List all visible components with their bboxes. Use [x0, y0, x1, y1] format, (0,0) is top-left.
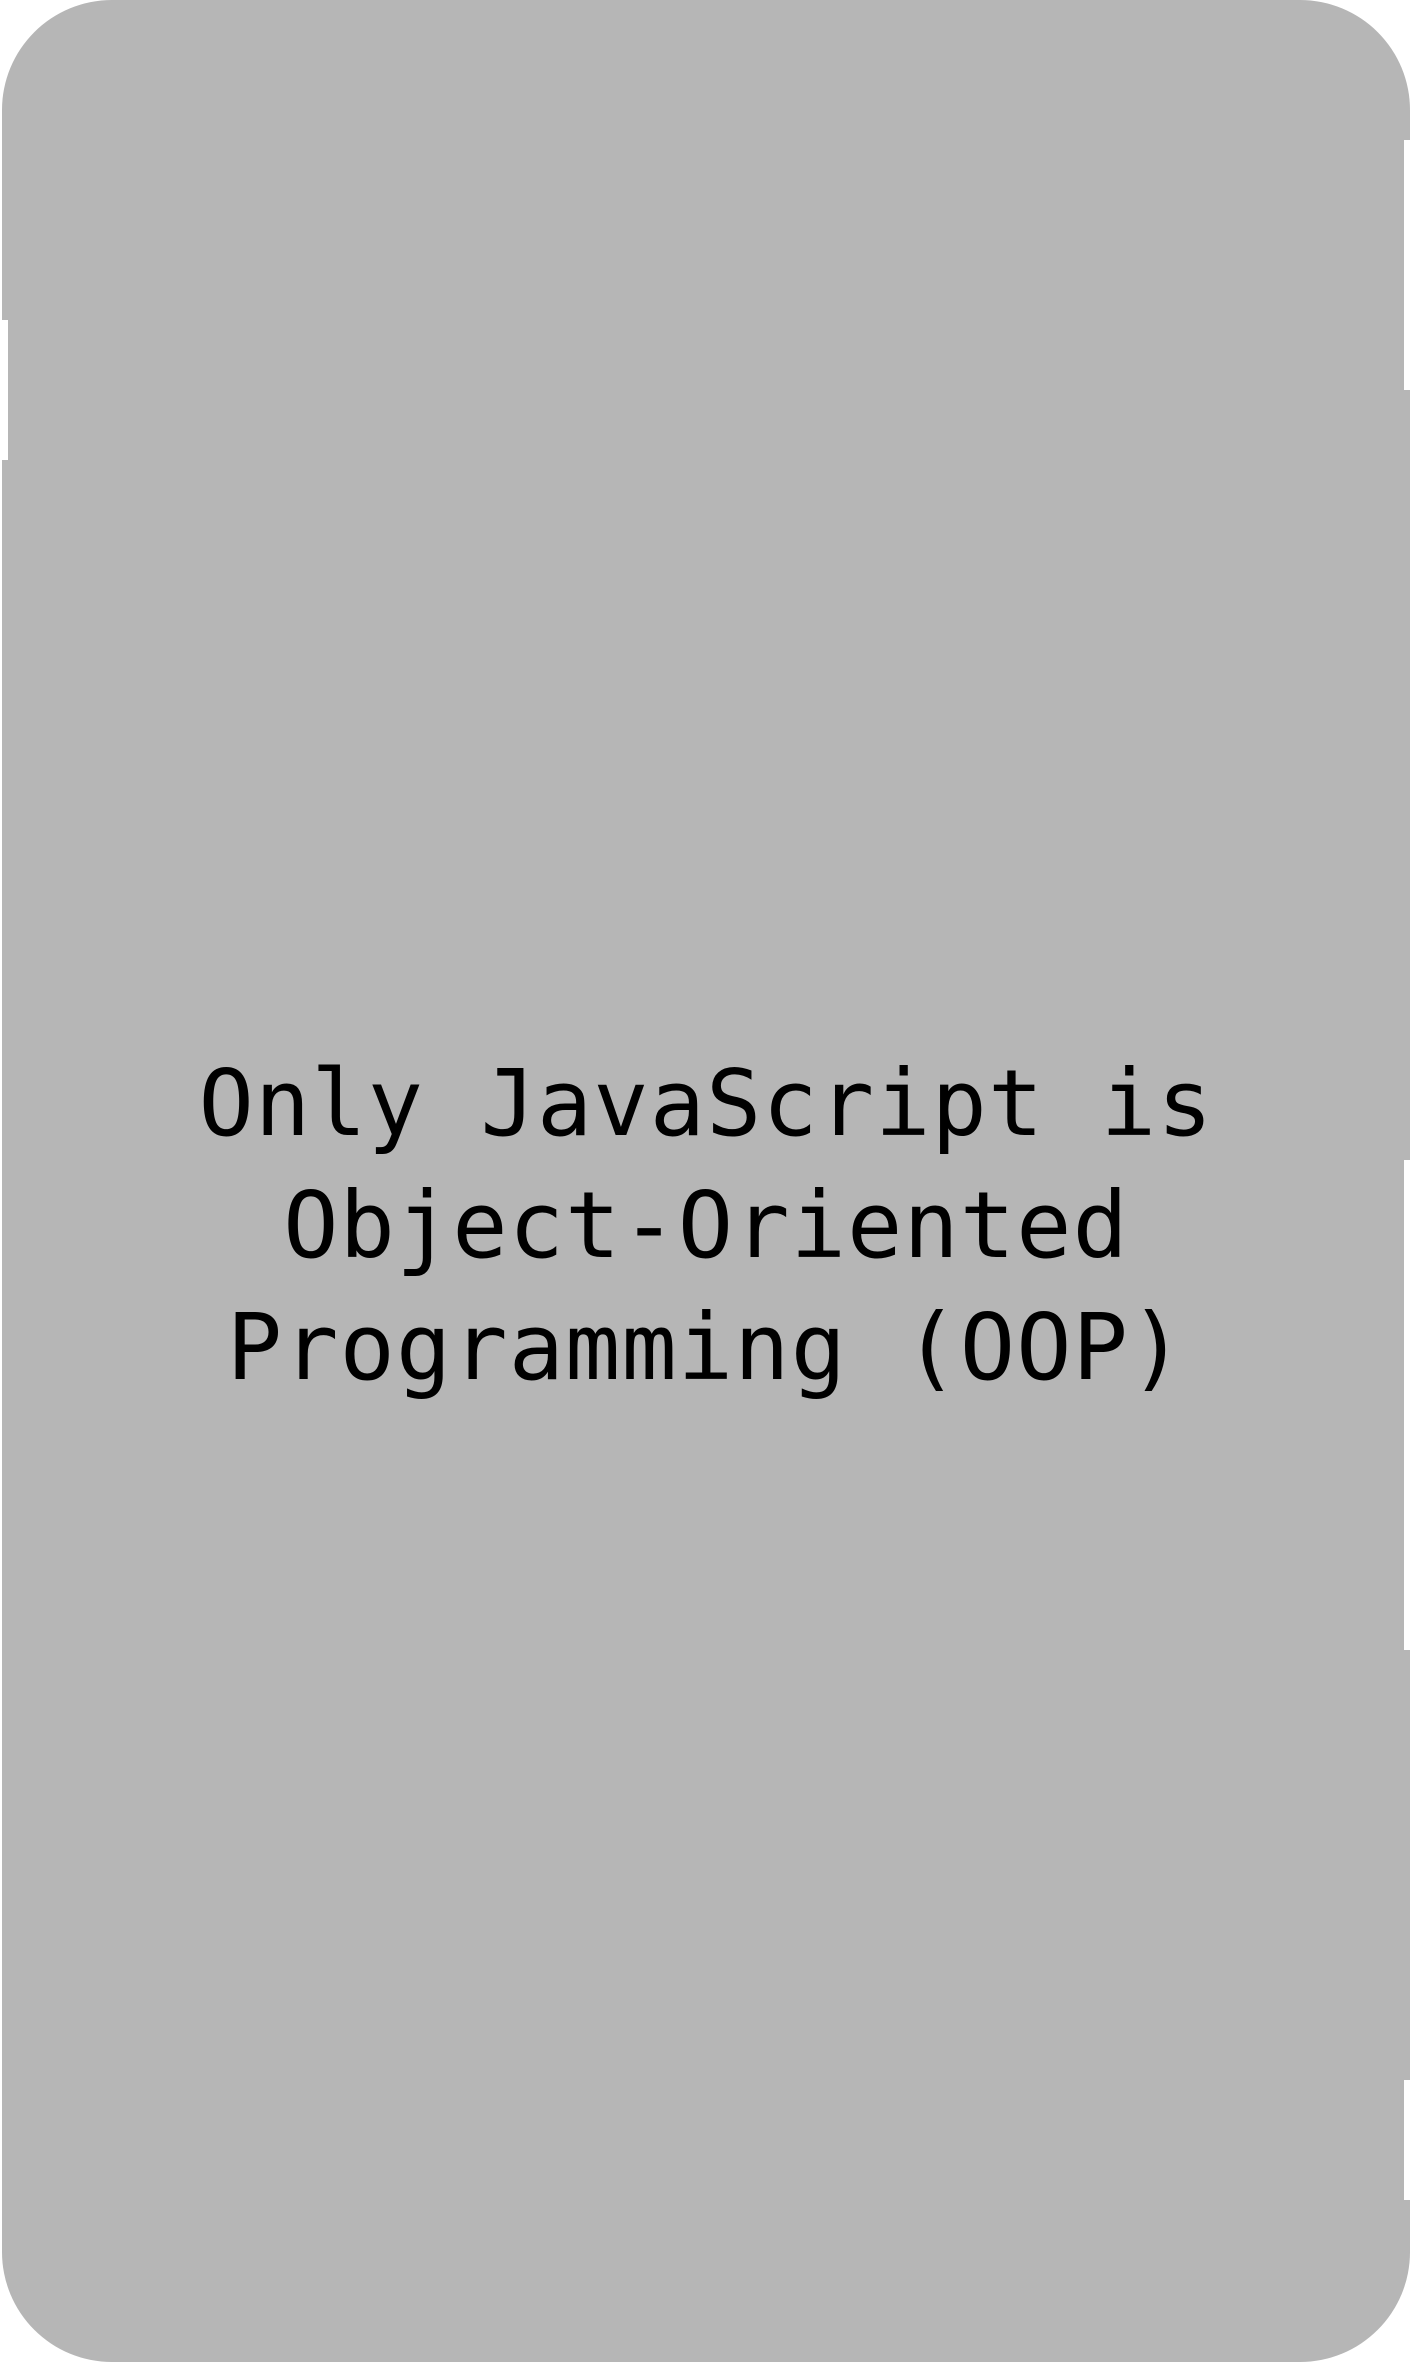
side-edge-notch — [1404, 2080, 1410, 2200]
side-edge-notch — [2, 320, 8, 460]
side-edge-notch — [1404, 1160, 1410, 1650]
headline-text: Only JavaScript is Object-Oriented Progr… — [198, 1050, 1214, 1401]
phone-screen: Only JavaScript is Object-Oriented Progr… — [2, 0, 1410, 2362]
side-edge-notch — [1404, 140, 1410, 390]
